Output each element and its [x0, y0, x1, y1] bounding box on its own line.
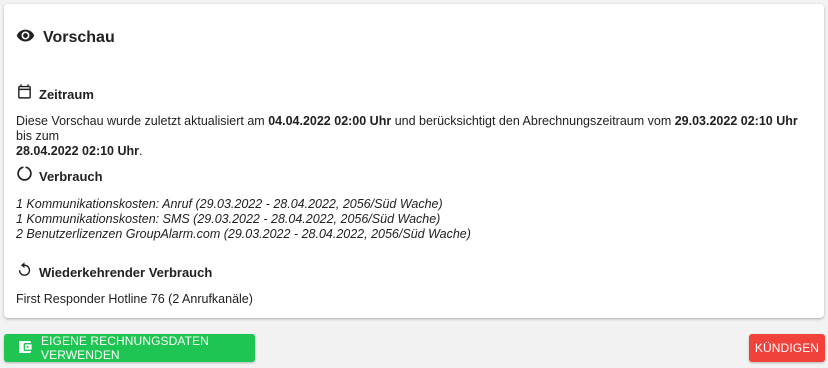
recurring-title: Wiederkehrender Verbrauch — [39, 264, 213, 280]
own-billing-label: EIGENE RECHNUNGSDATEN VERWENDEN — [41, 334, 209, 362]
period-text-until: bis zum — [16, 129, 60, 143]
recurring-list: First Responder Hotline 76 (2 Anrufkanäl… — [16, 292, 806, 307]
usage-item: 1 Kommunikationskosten: Anruf (29.03.202… — [16, 197, 443, 211]
updated-at: 04.04.2022 02:00 Uhr — [268, 114, 392, 128]
eye-icon — [16, 26, 43, 50]
period-text-prefix: Diese Vorschau wurde zuletzt aktualisier… — [16, 114, 269, 128]
own-billing-button[interactable]: EIGENE RECHNUNGSDATEN VERWENDEN — [4, 334, 255, 362]
progress-circle-icon — [16, 165, 39, 187]
usage-item: 1 Kommunikationskosten: SMS (29.03.2022 … — [16, 212, 441, 226]
usage-header: Verbrauch — [16, 166, 103, 186]
usage-item: 2 Benutzerlizenzen GroupAlarm.com (29.03… — [16, 227, 471, 241]
period-start: 29.03.2022 02:10 Uhr — [674, 114, 798, 128]
cancel-button[interactable]: KÜNDIGEN — [749, 334, 825, 362]
preview-header: Vorschau — [16, 28, 115, 48]
period-title: Zeitraum — [39, 86, 94, 102]
usage-list: 1 Kommunikationskosten: Anruf (29.03.202… — [16, 197, 806, 242]
period-end: 28.04.2022 02:10 Uhr — [16, 144, 140, 158]
calendar-icon — [16, 83, 39, 105]
period-text-end: . — [139, 144, 143, 158]
period-text-middle: und berücksichtigt den Abrechnungszeitra… — [391, 114, 675, 128]
usage-title: Verbrauch — [39, 168, 103, 184]
period-description: Diese Vorschau wurde zuletzt aktualisier… — [16, 114, 806, 159]
cancel-label: KÜNDIGEN — [754, 341, 820, 355]
period-header: Zeitraum — [16, 84, 94, 104]
preview-card: Vorschau Zeitraum Diese Vorschau wurde z… — [4, 4, 824, 318]
wallet-icon — [17, 339, 41, 358]
page-title: Vorschau — [43, 29, 115, 46]
recurring-item: First Responder Hotline 76 (2 Anrufkanäl… — [16, 292, 253, 306]
recurring-header: Wiederkehrender Verbrauch — [16, 262, 212, 282]
restore-icon — [16, 261, 39, 283]
